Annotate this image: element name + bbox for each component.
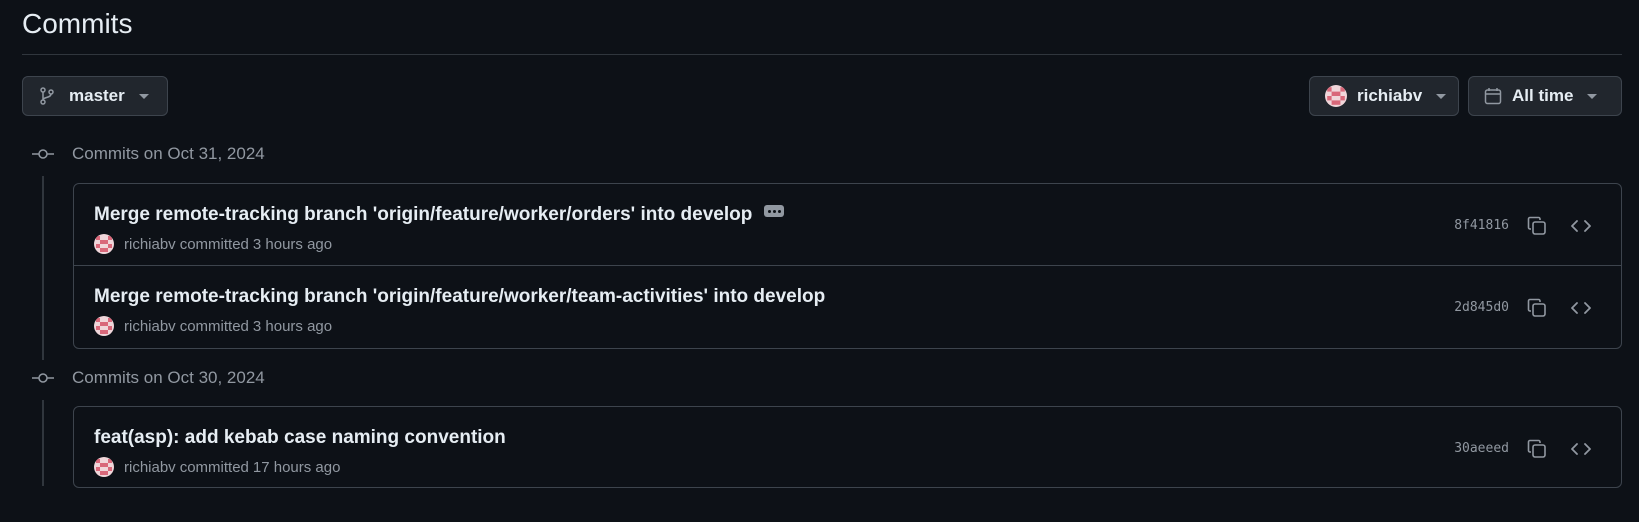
time-range-label: All time (1512, 86, 1574, 105)
copy-icon[interactable] (1525, 214, 1549, 238)
commit-verb: committed (179, 458, 249, 476)
commit-sha-link[interactable]: 8f41816 (1454, 218, 1509, 233)
commit-time[interactable]: 17 hours ago (253, 459, 341, 476)
ellipsis-icon[interactable] (764, 205, 785, 217)
commit-meta: richiabv committed 3 hours ago (94, 316, 332, 336)
commit-row: Merge remote-tracking branch 'origin/fea… (74, 184, 1621, 266)
commit-group-header: Commits on Oct 30, 2024 (32, 366, 265, 390)
commit-title-link[interactable]: feat(asp): add kebab case naming convent… (94, 427, 506, 449)
commit-sha-link[interactable]: 2d845d0 (1454, 300, 1509, 315)
commit-list: feat(asp): add kebab case naming convent… (73, 406, 1622, 488)
commit-author-link[interactable]: richiabv (124, 459, 176, 476)
branch-label: master (69, 86, 125, 105)
git-commit-icon (32, 373, 54, 383)
commit-row: Merge remote-tracking branch 'origin/fea… (74, 266, 1621, 348)
commit-list: Merge remote-tracking branch 'origin/fea… (73, 183, 1622, 349)
author-label: richiabv (1357, 86, 1423, 105)
git-commit-icon (32, 149, 54, 159)
commit-meta: richiabv committed 17 hours ago (94, 457, 340, 477)
commit-time[interactable]: 3 hours ago (253, 318, 332, 335)
copy-icon[interactable] (1525, 437, 1549, 461)
commit-verb: committed (179, 317, 249, 335)
copy-icon[interactable] (1525, 296, 1549, 320)
commit-group-date: Commits on Oct 31, 2024 (72, 144, 265, 163)
calendar-icon (1484, 88, 1502, 105)
commit-time[interactable]: 3 hours ago (253, 236, 332, 253)
commit-title-link[interactable]: Merge remote-tracking branch 'origin/fea… (94, 286, 825, 308)
avatar (1325, 85, 1347, 107)
commit-group-header: Commits on Oct 31, 2024 (32, 142, 265, 166)
page-title: Commits (22, 8, 133, 39)
branch-selector-button[interactable]: master (22, 76, 168, 116)
title-divider (22, 54, 1622, 55)
author-filter-button[interactable]: richiabv (1309, 76, 1459, 116)
chevron-down-icon (138, 93, 149, 99)
commit-title-row: feat(asp): add kebab case naming convent… (94, 427, 506, 449)
chevron-down-icon (1436, 93, 1447, 99)
git-branch-icon (40, 87, 54, 105)
chevron-down-icon (1587, 93, 1598, 99)
code-browse-icon[interactable] (1569, 296, 1593, 320)
commit-row: feat(asp): add kebab case naming convent… (74, 407, 1621, 487)
commit-group-date: Commits on Oct 30, 2024 (72, 368, 265, 387)
code-browse-icon[interactable] (1569, 214, 1593, 238)
time-range-button[interactable]: All time (1468, 76, 1622, 116)
commit-author-link[interactable]: richiabv (124, 318, 176, 335)
commit-title-link[interactable]: Merge remote-tracking branch 'origin/fea… (94, 204, 752, 226)
timeline-line (42, 176, 44, 360)
commit-title-row: Merge remote-tracking branch 'origin/fea… (94, 204, 785, 226)
commit-meta: richiabv committed 3 hours ago (94, 234, 332, 254)
timeline-line (42, 400, 44, 486)
avatar[interactable] (94, 457, 114, 477)
commit-verb: committed (179, 235, 249, 253)
commit-author-link[interactable]: richiabv (124, 236, 176, 253)
commit-sha-link[interactable]: 30aeeed (1454, 441, 1509, 456)
code-browse-icon[interactable] (1569, 437, 1593, 461)
avatar[interactable] (94, 234, 114, 254)
commit-title-row: Merge remote-tracking branch 'origin/fea… (94, 286, 825, 308)
avatar[interactable] (94, 316, 114, 336)
